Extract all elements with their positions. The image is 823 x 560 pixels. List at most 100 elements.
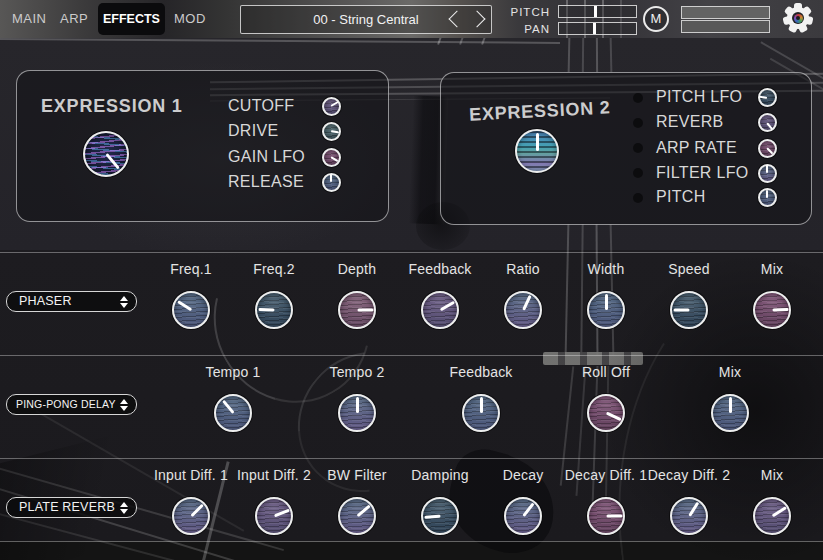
tab-arp[interactable]: ARP <box>60 0 88 38</box>
knob-needle <box>522 502 534 516</box>
expression-1-main-knob[interactable] <box>83 131 129 177</box>
param-label-arp-rate: ARP RATE <box>656 139 737 157</box>
knob-plate-reverb-input-diff-2[interactable] <box>255 497 293 535</box>
knob-plate-reverb-decay[interactable] <box>504 497 542 535</box>
knob-needle <box>222 399 235 413</box>
param-knob-reverb[interactable] <box>758 113 777 132</box>
param-knob-drive[interactable] <box>322 122 341 141</box>
effect-selector-phaser[interactable]: PHASER <box>6 291 137 312</box>
knob-phaser-depth[interactable] <box>338 291 376 329</box>
pitch-label: PITCH <box>504 6 550 18</box>
effect-row-ping-pong-delay: PING-PONG DELAY Tempo 1Tempo 2FeedbackRol… <box>0 355 823 458</box>
param-dot <box>633 118 643 128</box>
knob-plate-reverb-decay-diff-1[interactable] <box>587 497 625 535</box>
tab-mod[interactable]: MOD <box>174 0 206 38</box>
knob-plate-reverb-input-diff-1[interactable] <box>172 497 210 535</box>
pan-slider[interactable] <box>558 22 637 35</box>
param-dot <box>633 93 643 103</box>
tab-effects[interactable]: EFFECTS <box>98 3 165 35</box>
knob-phaser-mix[interactable] <box>753 291 791 329</box>
knob-label-tempo-2: Tempo 2 <box>287 364 427 380</box>
knob-needle <box>766 165 768 173</box>
expression-2-main-knob[interactable] <box>515 129 559 173</box>
param-knob-pitch-lfo[interactable] <box>758 88 777 107</box>
knob-phaser-speed[interactable] <box>670 291 708 329</box>
knob-needle <box>480 397 483 413</box>
knob-ping-pong-delay-roll-off[interactable] <box>587 394 625 432</box>
knob-needle <box>766 148 773 155</box>
knob-plate-reverb-decay-diff-2[interactable] <box>670 497 708 535</box>
violin-string-line <box>582 38 584 72</box>
param-label-release: RELEASE <box>228 173 304 191</box>
effect-selector-plate-reverb[interactable]: PLATE REVERB <box>6 497 137 518</box>
knob-needle <box>772 307 788 311</box>
knob-plate-reverb-bw-filter[interactable] <box>338 497 376 535</box>
param-dot <box>633 168 643 178</box>
violin-string-line <box>610 38 612 72</box>
param-label-cutoff: CUTOFF <box>228 97 294 115</box>
pitch-slider-handle[interactable] <box>594 6 597 17</box>
pan-label: PAN <box>504 23 550 35</box>
param-knob-cutoff[interactable] <box>322 97 341 116</box>
meter-bar-bottom[interactable] <box>681 20 770 33</box>
knob-needle <box>356 504 370 517</box>
expression-panel-1: EXPRESSION 1CUTOFFDRIVEGAIN LFORELEASE <box>16 70 389 222</box>
knob-phaser-freq-2[interactable] <box>255 291 293 329</box>
updown-arrows-icon <box>120 502 128 514</box>
knob-needle <box>766 190 768 198</box>
plugin-window: MAIN ARP EFFECTS MOD 00 - String Central PI… <box>0 0 823 560</box>
knob-needle <box>759 95 767 98</box>
effect-selector-ping-pong-delay[interactable]: PING-PONG DELAY <box>6 394 137 415</box>
knob-needle <box>439 300 454 311</box>
meter-bar-top[interactable] <box>681 6 770 19</box>
knob-needle <box>688 501 699 516</box>
knob-plate-reverb-damping[interactable] <box>421 497 459 535</box>
knob-needle <box>424 514 440 518</box>
knob-needle <box>273 508 289 517</box>
knob-needle <box>331 130 339 133</box>
param-knob-gain-lfo[interactable] <box>322 148 341 167</box>
violin-string-line <box>568 38 570 72</box>
pan-slider-handle[interactable] <box>593 23 596 34</box>
knob-phaser-feedback[interactable] <box>421 291 459 329</box>
param-label-reverb: REVERB <box>656 113 724 131</box>
knob-phaser-width[interactable] <box>587 291 625 329</box>
knob-label-feedback: Feedback <box>411 364 551 380</box>
knob-ping-pong-delay-tempo-1[interactable] <box>214 394 252 432</box>
knob-plate-reverb-mix[interactable] <box>753 497 791 535</box>
settings-gear-icon[interactable] <box>783 3 813 33</box>
mute-button[interactable]: M <box>643 6 669 32</box>
param-knob-filter-lfo[interactable] <box>758 164 777 183</box>
tab-main[interactable]: MAIN <box>12 0 47 38</box>
knob-phaser-ratio[interactable] <box>504 291 542 329</box>
effect-row-phaser: PHASERFreq.1Freq.2DepthFeedbackRatioWidt… <box>0 252 823 355</box>
param-dot <box>633 193 643 203</box>
knob-phaser-freq-1[interactable] <box>172 291 210 329</box>
knob-label-roll-off: Roll Off <box>536 364 676 380</box>
pitch-slider[interactable] <box>558 5 637 18</box>
knob-ping-pong-delay-feedback[interactable] <box>462 394 500 432</box>
knob-ping-pong-delay-tempo-2[interactable] <box>338 394 376 432</box>
param-label-filter-lfo: FILTER LFO <box>656 164 749 182</box>
bottom-divider <box>0 541 823 542</box>
knob-needle <box>190 503 203 516</box>
param-knob-arp-rate[interactable] <box>758 139 777 158</box>
knob-label-tempo-1: Tempo 1 <box>163 364 303 380</box>
expression-panel-2: EXPRESSION 2PITCH LFOREVERBARP RATEFILTE… <box>440 72 812 225</box>
knob-needle <box>177 300 192 311</box>
knob-needle <box>766 122 773 129</box>
knob-needle <box>605 294 608 310</box>
param-label-pitch-lfo: PITCH LFO <box>656 88 742 106</box>
knob-needle <box>605 411 621 420</box>
param-knob-release[interactable] <box>322 173 341 192</box>
knob-ping-pong-delay-mix[interactable] <box>711 394 749 432</box>
updown-arrows-icon <box>120 399 128 411</box>
updown-arrows-icon <box>120 296 128 308</box>
effect-row-plate-reverb: PLATE REVERBInput Diff. 1Input Diff. 2BW… <box>0 458 823 541</box>
knob-needle <box>330 156 338 162</box>
preset-selector[interactable]: 00 - String Central <box>240 5 492 34</box>
knob-needle <box>330 174 332 182</box>
param-knob-pitch[interactable] <box>758 188 777 207</box>
violin-string-line <box>596 38 598 72</box>
knob-needle <box>522 294 531 310</box>
